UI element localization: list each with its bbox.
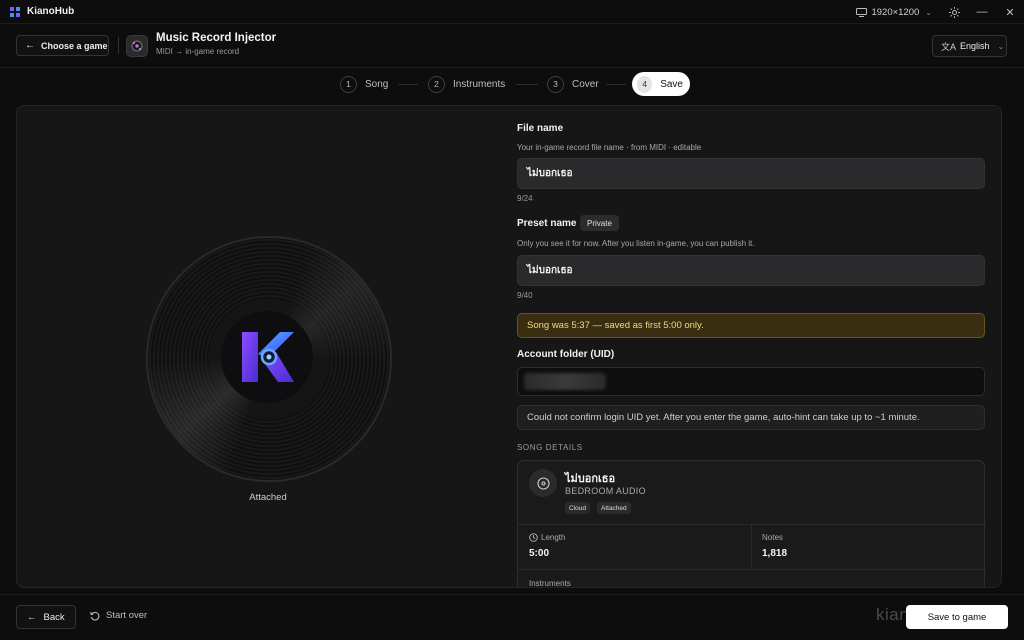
- divider: [751, 525, 752, 569]
- uid-select[interactable]: [517, 367, 985, 396]
- uid-info-message: Could not confirm login UID yet. After y…: [517, 405, 985, 430]
- record-label: [221, 311, 313, 403]
- file-name-help: Your in-game record file name · from MID…: [517, 143, 702, 152]
- step-label: Cover: [572, 78, 599, 90]
- close-window-button[interactable]: ✕: [996, 0, 1024, 24]
- instruments-label: Instruments: [529, 579, 571, 588]
- uid-value-redacted: [524, 373, 606, 390]
- step-connector: [398, 84, 418, 85]
- file-name-input[interactable]: ไม่บอกเธอ: [517, 158, 985, 189]
- song-title: ไม่บอกเธอ: [565, 473, 616, 485]
- step-label: Save: [660, 78, 683, 90]
- private-badge: Private: [580, 215, 619, 231]
- resolution-selector[interactable]: 1920×1200 ⌄: [856, 7, 932, 18]
- app-name: KianoHub: [27, 6, 75, 17]
- choose-game-label: Choose a game: [41, 40, 108, 51]
- divider: [518, 524, 986, 525]
- monitor-icon: [856, 7, 868, 17]
- save-to-game-button[interactable]: Save to game: [906, 605, 1008, 629]
- divider: [518, 569, 986, 570]
- record-tool-icon: [131, 40, 143, 52]
- app-header: ← Choose a game Music Record Injector MI…: [0, 24, 1024, 68]
- clock-icon: [529, 533, 538, 542]
- uid-label: Account folder (UID): [517, 349, 615, 360]
- step-number: 3: [547, 75, 564, 93]
- tool-subtitle: MIDI → in-game record: [156, 47, 240, 56]
- step-number: 1: [340, 75, 357, 93]
- notes-value: 1,818: [762, 548, 788, 559]
- choose-game-button[interactable]: ← Choose a game: [16, 35, 109, 56]
- chevron-down-icon: ⌄: [925, 7, 932, 17]
- close-icon: ✕: [1005, 6, 1015, 19]
- rotate-ccw-icon: [90, 611, 100, 621]
- step-song[interactable]: 1 Song: [340, 72, 388, 96]
- title-bar: KianoHub 1920×1200 ⌄ — ✕: [0, 0, 1024, 24]
- file-name-counter: 9/24: [517, 194, 533, 203]
- step-connector: [606, 84, 626, 85]
- watermark-text: kian: [876, 605, 910, 624]
- app-logo-icon: [10, 6, 20, 17]
- preset-name-counter: 9/40: [517, 291, 533, 300]
- tool-title: Music Record Injector: [156, 32, 277, 44]
- file-name-label: File name: [517, 123, 564, 134]
- step-indicator: 1 Song 2 Instruments 3 Cover 4 Save: [0, 72, 1024, 98]
- duration-warning: Song was 5:37 — saved as first 5:00 only…: [517, 313, 985, 338]
- length-label-text: Length: [541, 533, 566, 542]
- back-label: Back: [43, 611, 65, 623]
- step-number: 2: [428, 75, 445, 93]
- language-label: English: [960, 41, 990, 51]
- music-disc-icon: [536, 476, 550, 490]
- preset-help: Only you see it for now. After you liste…: [517, 239, 755, 248]
- preset-name-label: Preset name: [517, 218, 577, 229]
- theme-toggle[interactable]: [940, 0, 968, 24]
- step-connector: [516, 84, 538, 85]
- preset-name-input[interactable]: ไม่บอกเธอ: [517, 255, 985, 286]
- back-button[interactable]: ← Back: [16, 605, 76, 629]
- sun-icon: [948, 6, 960, 18]
- song-details-card: ไม่บอกเธอ BEDROOM AUDIO Cloud Attached L…: [517, 460, 986, 588]
- song-artist: BEDROOM AUDIO: [565, 486, 646, 496]
- song-icon: [529, 469, 557, 497]
- translate-icon: 文A: [941, 41, 957, 52]
- language-selector[interactable]: 文A English ⌄: [932, 35, 1007, 57]
- notes-label: Notes: [762, 533, 783, 542]
- vinyl-record-preview: [146, 236, 392, 482]
- chevron-down-icon: ⌄: [997, 41, 1005, 51]
- arrow-left-icon: ←: [25, 40, 35, 51]
- length-label: Length: [529, 533, 565, 542]
- cloud-tag: Cloud: [565, 502, 590, 514]
- step-instruments[interactable]: 2 Instruments: [428, 72, 505, 96]
- divider: [118, 37, 119, 54]
- footer-bar: ← Back Start over kian Save to game: [0, 594, 1024, 640]
- resolution-value: 1920×1200: [871, 6, 920, 18]
- start-over-button[interactable]: Start over: [90, 610, 147, 621]
- step-label: Instruments: [453, 78, 506, 90]
- step-cover[interactable]: 3 Cover: [547, 72, 599, 96]
- cover-status: Attached: [249, 492, 287, 503]
- arrow-left-icon: ←: [27, 611, 37, 623]
- kianohub-k-logo-icon: [242, 332, 294, 382]
- song-details-heading: SONG DETAILS: [517, 443, 583, 452]
- minimize-button[interactable]: —: [968, 0, 996, 24]
- start-over-label: Start over: [106, 610, 148, 621]
- step-label: Song: [365, 78, 389, 90]
- step-save[interactable]: 4 Save: [632, 72, 690, 96]
- length-value: 5:00: [529, 548, 550, 559]
- save-panel: Attached File name Your in-game record f…: [16, 105, 1002, 588]
- attached-tag: Attached: [597, 502, 631, 514]
- step-number: 4: [637, 75, 653, 93]
- minimize-icon: —: [976, 6, 988, 18]
- tool-icon: [126, 35, 148, 57]
